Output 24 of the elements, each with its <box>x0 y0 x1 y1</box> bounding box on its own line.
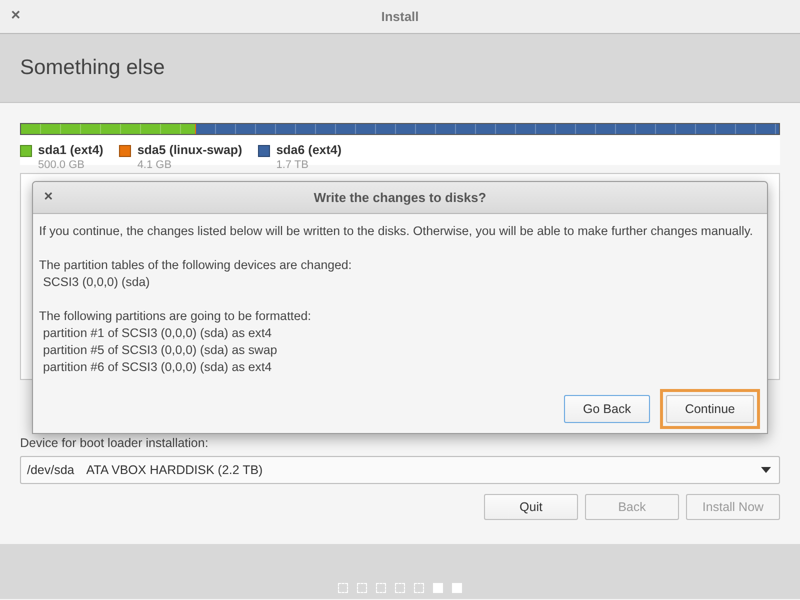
section-heading: The partition tables of the following devices are changed: <box>39 257 353 274</box>
dialog-message: If you continue, the changes listed below will be written to the disks. Otherwise, you will be able to make further changes manually. <box>39 223 754 240</box>
dialog-title: Write the changes to disks? <box>312 190 488 205</box>
partition-size: 1.7 TB <box>276 159 310 171</box>
page-title: Something else <box>20 56 165 80</box>
caret-icon <box>761 467 771 473</box>
list-item: partition #5 of SCSI3 (0,0,0) (sda) as swap <box>42 342 278 359</box>
partition-name: sda6 (ext4) <box>276 143 342 157</box>
boot-loader-label: Device for boot loader installation: <box>20 436 208 450</box>
window-title: Install <box>380 9 420 24</box>
partition-size: 4.1 GB <box>137 159 173 171</box>
list-item: partition #1 of SCSI3 (0,0,0) (sda) as ext4 <box>42 325 273 342</box>
section-heading: The following partitions are going to be formatted: <box>39 308 312 325</box>
boot-device-dropdown[interactable]: /dev/sda ATA VBOX HARDDISK (2.2 TB) <box>20 456 780 484</box>
list-item: partition #6 of SCSI3 (0,0,0) (sda) as ext4 <box>42 359 273 376</box>
partition-name: sda5 (linux-swap) <box>137 143 242 157</box>
list-item: SCSI3 (0,0,0) (sda) <box>42 274 151 291</box>
partition-name: sda1 (ext4) <box>38 143 104 157</box>
partition-size: 500.0 GB <box>38 159 86 171</box>
dialog-button[interactable]: Continue <box>666 395 754 423</box>
close-button[interactable]: × <box>41 189 56 205</box>
close-button[interactable]: × <box>8 8 24 24</box>
dialog-button[interactable]: Go Back <box>564 395 650 423</box>
wizard-button[interactable]: Quit <box>484 494 578 520</box>
